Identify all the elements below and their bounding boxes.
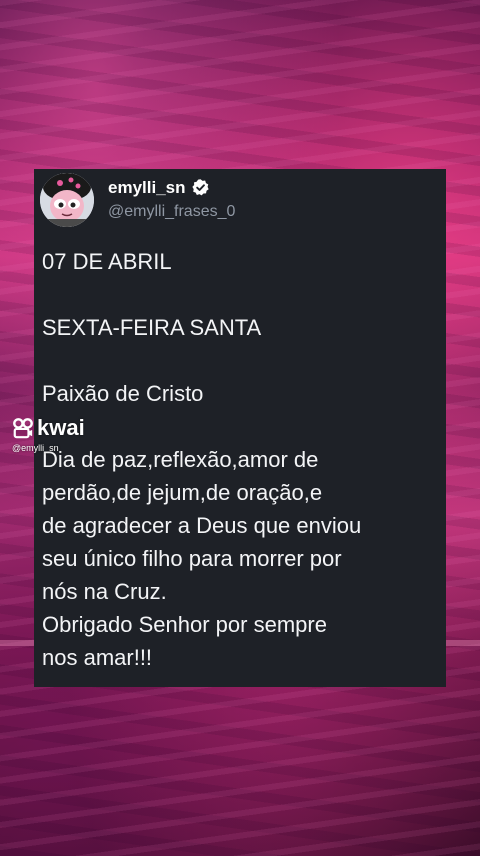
post-line: Obrigado Senhor por sempre [42, 612, 327, 637]
cartoon-girl-avatar-icon [40, 173, 94, 227]
post-line: seu único filho para morrer por [42, 546, 342, 571]
handle[interactable]: @emylli_frases_0 [108, 203, 235, 221]
post-line [42, 278, 438, 311]
post-line: perdão,de jejum,de oração,e [42, 480, 323, 505]
post-line: Paixão de Cristo [42, 381, 204, 406]
verified-badge-icon [192, 179, 209, 196]
kwai-username: @emylli_sn [12, 443, 59, 453]
post-line: nos amar!!! [42, 645, 153, 670]
display-name[interactable]: emylli_sn [108, 178, 186, 198]
post-line [42, 344, 438, 377]
avatar[interactable] [40, 173, 94, 227]
kwai-logo-icon [13, 418, 33, 439]
post-line: SEXTA-FEIRA SANTA [42, 315, 262, 340]
post-line: 07 DE ABRIL [42, 249, 172, 274]
post-line: nós na Cruz. [42, 579, 167, 604]
kwai-brand: kwai [37, 415, 85, 440]
kwai-watermark: kwai @emylli_sn [12, 415, 112, 461]
post-line: de agradecer a Deus que enviou [42, 513, 362, 538]
